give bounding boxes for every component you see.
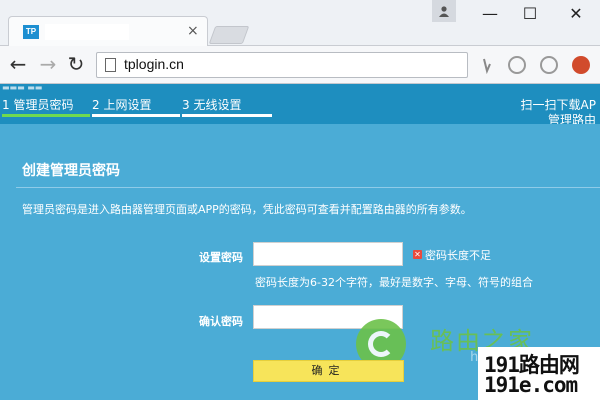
step-admin-password[interactable]: 1 管理员密码 [2,96,73,113]
error-message: 密码长度不足 [425,249,491,262]
back-button[interactable]: ← [6,52,30,76]
address-bar[interactable]: tplogin.cn [96,52,468,78]
address-url: tplogin.cn [124,56,184,72]
browser-titlebar: TP × — ☐ ✕ [0,0,600,46]
page-icon [105,58,116,72]
page-title: 创建管理员密码 [22,163,120,179]
tp-logo-icon: TP [23,25,39,39]
step-wireless-settings[interactable]: 3 无线设置 [182,96,241,113]
forward-button[interactable]: → [36,52,60,76]
description-text: 管理员密码是进入路由器管理页面或APP的密码，凭此密码可查看并配置路由器的所有参… [22,203,472,216]
browser-tab[interactable]: TP × [8,16,208,46]
user-icon [439,6,449,17]
close-window-button[interactable]: ✕ [556,2,596,26]
maximize-button[interactable]: ☐ [510,2,550,26]
step-bar [92,114,180,117]
setup-steps-nav: ▬▬▬ ▬▬ 1 管理员密码 2 上网设置 3 无线设置 扫一扫下载AP 管理路… [0,83,600,127]
extension-icon-3[interactable] [540,56,558,74]
browser-toolbar: ← → ↻ tplogin.cn [0,46,600,84]
user-profile-button[interactable] [432,0,456,22]
minimize-button[interactable]: — [470,2,510,26]
confirm-password-label: 确认密码 [199,315,243,328]
step-bar-active [2,114,90,117]
extension-icon-4[interactable] [572,56,590,74]
tab-title-redacted [45,24,129,40]
watermark-badge: 191路由网 191e.com [478,347,600,400]
password-input[interactable] [253,242,403,266]
new-tab-button[interactable] [208,26,250,44]
logo-fragment: ▬▬▬ ▬▬ [2,83,43,92]
extension-icon-1[interactable] [478,56,496,75]
step-internet-settings[interactable]: 2 上网设置 [92,96,151,113]
password-hint: 密码长度为6-32个字符，最好是数字、字母、符号的组合 [255,276,533,289]
error-icon: ✕ [413,250,422,259]
tab-close-icon[interactable]: × [187,22,199,40]
reload-button[interactable]: ↻ [64,52,88,76]
divider [16,187,600,188]
password-label: 设置密码 [199,251,243,264]
confirm-button[interactable]: 确定 [253,360,404,382]
step-bar [182,114,272,117]
extension-icon-2[interactable] [508,56,526,74]
watermark-badge-line2: 191e.com [484,373,578,397]
